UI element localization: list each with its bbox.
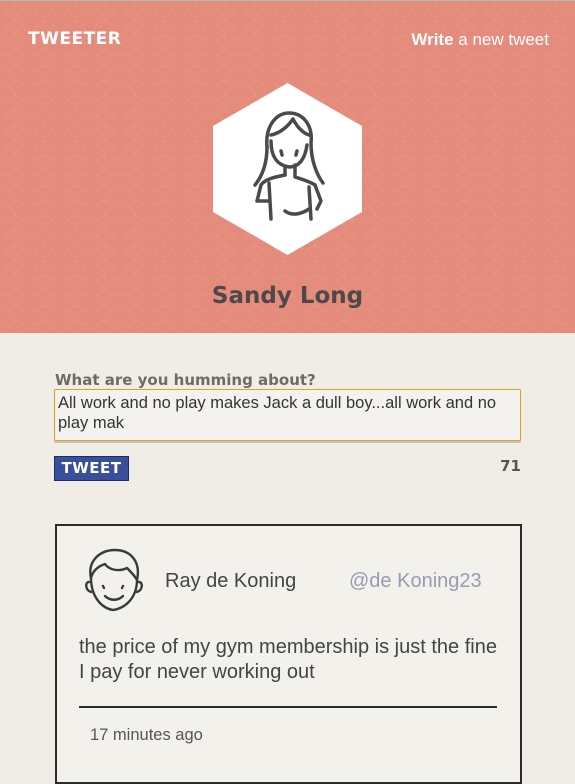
brand-logo[interactable]: TWEETER [28,29,121,49]
tweet-author-name[interactable]: Ray de Koning [165,570,296,593]
write-link-rest: a new tweet [453,30,549,49]
profile-avatar [213,83,362,255]
compose-label: What are you humming about? [55,371,316,389]
tweet-timestamp: 17 minutes ago [90,726,203,744]
write-link-bold: Write [411,30,454,49]
tweet-text: the price of my gym membership is just t… [79,636,497,683]
tweet-card: Ray de Koning @de Koning23 the price of … [55,524,522,784]
tweet-divider [79,706,497,708]
man-avatar-icon [85,548,143,612]
tweet-input[interactable]: All work and no play makes Jack a dull b… [54,389,521,441]
tweet-button[interactable]: TWEET [54,456,129,481]
profile-name: Sandy Long [211,283,364,309]
write-new-tweet-link[interactable]: Write a new tweet [411,30,549,50]
profile-header: TWEETER Write a new tweet Sandy Long [0,0,575,333]
char-counter: 71 [500,457,521,475]
tweet-author-handle[interactable]: @de Koning23 [349,570,482,593]
avatar-hexagon [213,83,362,255]
